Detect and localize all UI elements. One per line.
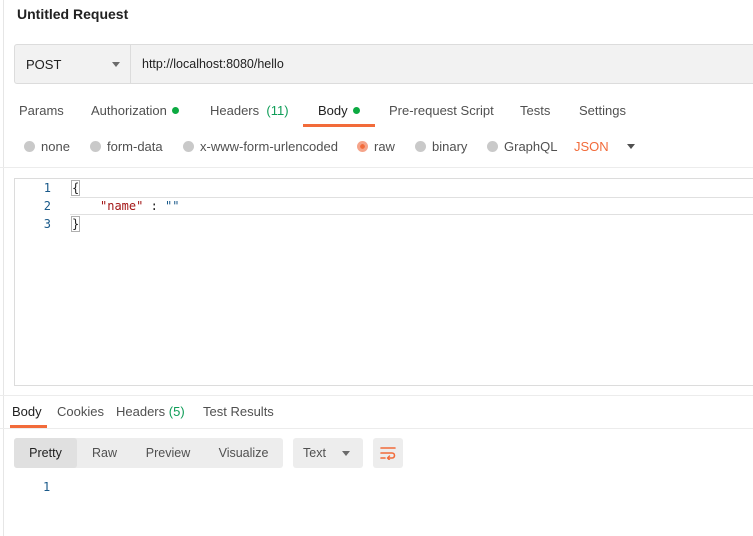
status-dot (352, 107, 360, 114)
radio-label: form-data (107, 139, 163, 154)
tab-count: (11) (266, 103, 289, 118)
chevron-down-icon (342, 450, 350, 456)
tab-headers[interactable]: Headers (11) (210, 103, 289, 118)
line-number: 2 (43, 199, 51, 213)
code-line-1: { (70, 180, 81, 196)
tab-label: Body (12, 404, 42, 419)
radio-x-www-form-urlencoded[interactable]: x-www-form-urlencoded (183, 139, 338, 154)
editor-gutter: 1 2 3 (15, 179, 65, 385)
chevron-down-icon (626, 144, 635, 149)
wrap-lines-button[interactable] (373, 438, 403, 468)
radio-icon (487, 141, 498, 152)
tab-body[interactable]: Body (318, 103, 360, 118)
radio-icon (24, 141, 35, 152)
tab-settings[interactable]: Settings (579, 103, 626, 118)
url-bar: POST http://localhost:8080/hello (14, 44, 753, 84)
active-tab-indicator (303, 124, 375, 127)
response-tab-cookies[interactable]: Cookies (57, 404, 104, 419)
tab-label: Authorization (91, 103, 167, 118)
radio-none[interactable]: none (24, 139, 70, 154)
radio-form-data[interactable]: form-data (90, 139, 163, 154)
response-line-number: 1 (43, 480, 51, 494)
chevron-down-icon (112, 61, 120, 67)
response-format-select[interactable]: Text (293, 438, 363, 468)
close-brace: } (70, 216, 81, 232)
tab-pre-request-script[interactable]: Pre-request Script (389, 103, 494, 118)
radio-label: binary (432, 139, 468, 154)
tab-label: Headers (116, 404, 166, 419)
wrap-lines-icon (380, 447, 396, 460)
left-panel-edge (3, 0, 4, 536)
method-select[interactable]: POST (15, 45, 131, 83)
tab-label: Params (19, 103, 64, 118)
radio-label: raw (374, 139, 395, 154)
json-separator: : (143, 199, 166, 213)
request-body-editor[interactable]: 1 2 3 { "name" : "" } (14, 178, 753, 386)
view-visualize-button[interactable]: Visualize (204, 438, 283, 468)
url-input[interactable]: http://localhost:8080/hello (131, 45, 753, 83)
open-brace: { (70, 180, 81, 196)
radio-graphql[interactable]: GraphQL (487, 139, 557, 154)
radio-icon (415, 141, 426, 152)
view-raw-button[interactable]: Raw (77, 438, 132, 468)
json-key: "name" (100, 199, 144, 213)
response-view-modes: Pretty Raw Preview Visualize (14, 438, 283, 468)
tab-label: Settings (579, 103, 626, 118)
code-line-2: "name" : "" (100, 199, 180, 213)
radio-icon (90, 141, 101, 152)
radio-binary[interactable]: binary (415, 139, 467, 154)
radio-icon (183, 141, 194, 152)
response-tab-body[interactable]: Body (12, 404, 42, 419)
section-divider (0, 167, 753, 168)
tab-authorization[interactable]: Authorization (91, 103, 179, 118)
status-dot (171, 107, 179, 114)
tab-label: Cookies (57, 404, 104, 419)
line-number: 1 (43, 181, 51, 195)
code-line-3: } (70, 216, 81, 232)
radio-label: x-www-form-urlencoded (200, 139, 338, 154)
radio-checked-icon (357, 141, 368, 152)
view-preview-button[interactable]: Preview (132, 438, 204, 468)
language-select[interactable]: JSON (574, 139, 635, 154)
response-tab-headers[interactable]: Headers (5) (116, 404, 185, 419)
language-label: JSON (574, 139, 609, 154)
response-tabs-divider (0, 428, 753, 429)
tab-count: (5) (168, 404, 185, 419)
radio-label: none (41, 139, 70, 154)
radio-label: GraphQL (504, 139, 558, 154)
tab-params[interactable]: Params (19, 103, 64, 118)
line-number: 3 (43, 217, 51, 231)
request-title[interactable]: Untitled Request (17, 6, 128, 22)
json-value: "" (165, 199, 180, 213)
format-label: Text (303, 446, 326, 460)
tab-label: Test Results (203, 404, 274, 419)
tab-label: Headers (210, 103, 260, 118)
tab-tests[interactable]: Tests (520, 103, 550, 118)
response-tab-test-results[interactable]: Test Results (203, 404, 274, 419)
tab-label: Body (318, 103, 348, 118)
tab-label: Pre-request Script (389, 103, 494, 118)
radio-raw[interactable]: raw (357, 139, 395, 154)
method-label: POST (26, 56, 62, 72)
section-divider (0, 395, 753, 396)
tab-label: Tests (520, 103, 551, 118)
view-pretty-button[interactable]: Pretty (14, 438, 77, 468)
